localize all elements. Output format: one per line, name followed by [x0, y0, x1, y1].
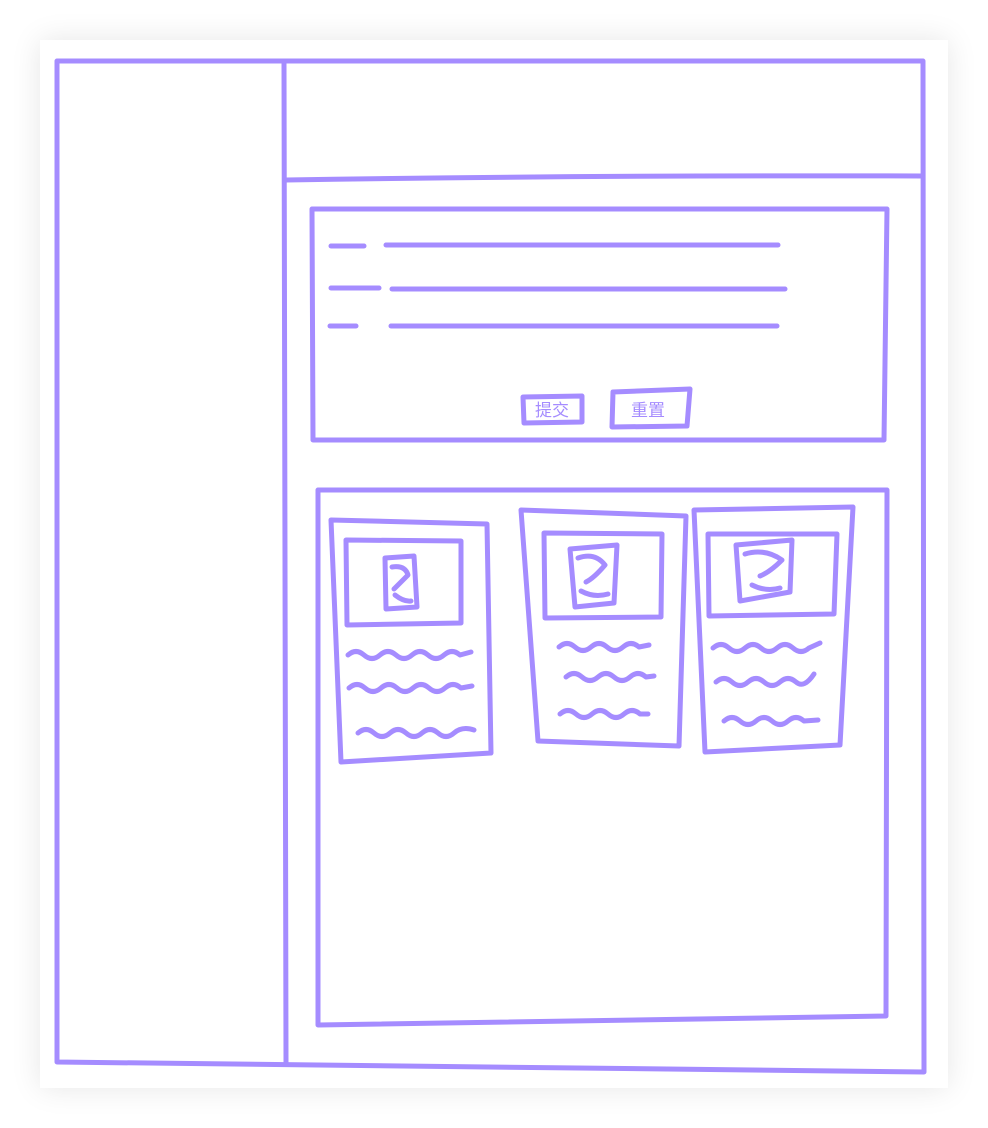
image-placeholder-icon	[567, 542, 620, 610]
wireframe-sketch: 提交 重置	[54, 58, 927, 1075]
text-line	[557, 708, 651, 720]
card-image	[705, 531, 840, 619]
text-line	[556, 641, 652, 653]
window-frame	[54, 58, 927, 1075]
image-placeholder-icon	[733, 537, 795, 604]
sidebar-panel	[281, 59, 289, 1066]
text-line	[355, 726, 477, 739]
text-line	[721, 715, 821, 727]
reset-button-label: 重置	[631, 401, 665, 421]
text-line	[710, 640, 823, 654]
text-line	[563, 671, 657, 683]
header-bar	[283, 173, 925, 183]
text-line	[713, 671, 817, 688]
submit-button-label: 提交	[535, 401, 569, 421]
text-line	[346, 682, 475, 694]
text-line	[345, 649, 474, 661]
image-placeholder-icon	[382, 553, 420, 612]
